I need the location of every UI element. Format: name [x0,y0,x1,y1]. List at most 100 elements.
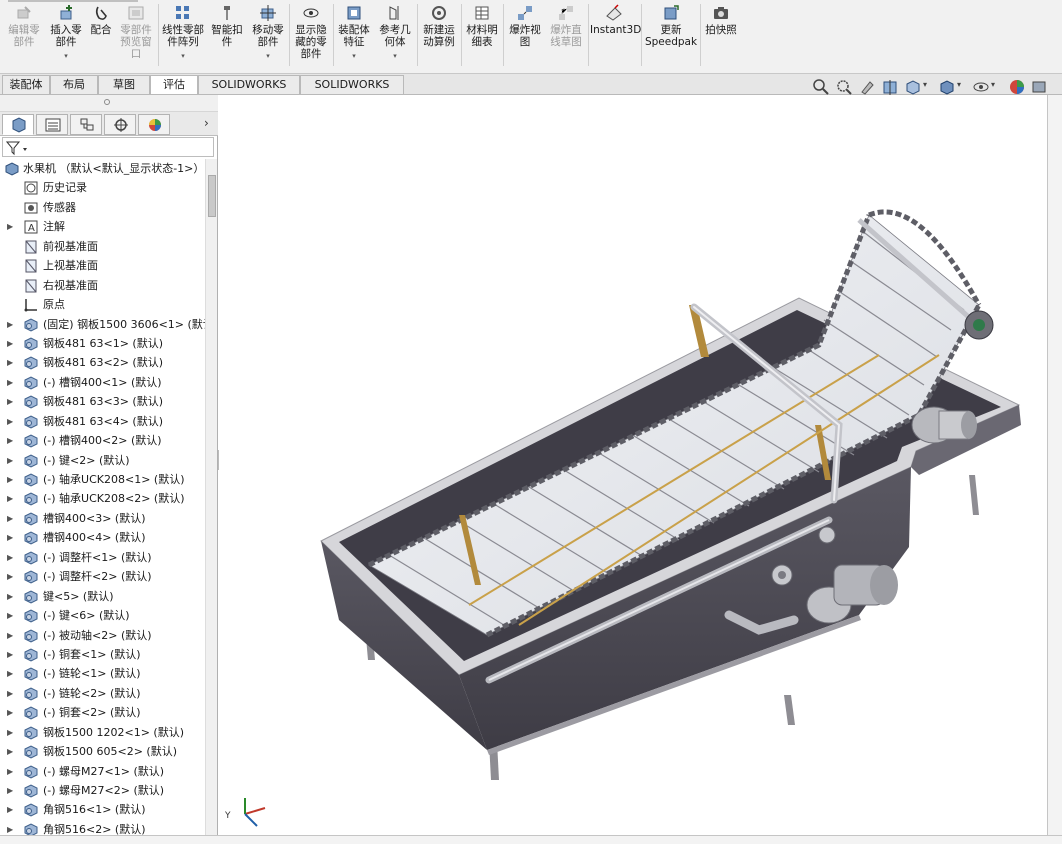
expand-arrow-icon[interactable]: ▶ [7,509,15,528]
chevron-right-icon[interactable]: › [204,116,209,130]
new-motion-study-button[interactable]: 新建运 动算例 [419,4,459,48]
chevron-down-icon[interactable]: ▾ [335,50,373,62]
expand-arrow-icon[interactable]: ▶ [7,742,15,761]
tree-item[interactable]: ▶ (-) 轴承UCK208<2> (默认) [0,489,205,508]
instant3d-button[interactable]: Instant3D [590,4,641,36]
expand-arrow-icon[interactable]: ▶ [7,528,15,547]
tree-item[interactable]: ▶ 角钢516<1> (默认) [0,800,205,819]
linear-pattern-button[interactable]: 线性零部 件阵列 ▾ [160,4,206,62]
explode-line-sketch-button[interactable]: 爆炸直 线草图 [545,4,587,48]
expand-arrow-icon[interactable]: ▶ [7,781,15,800]
bom-button[interactable]: 材料明 细表 [463,4,501,48]
tree-item[interactable]: ▶ (-) 链轮<1> (默认) [0,664,205,683]
expand-arrow-icon[interactable]: ▶ [7,392,15,411]
tree-item[interactable]: ▶ (-) 调整杆<1> (默认) [0,548,205,567]
expand-arrow-icon[interactable]: ▶ [7,548,15,567]
tree-filter[interactable] [2,137,214,157]
tree-item[interactable]: ▶ (-) 被动轴<2> (默认) [0,626,205,645]
tab-assembly[interactable]: 装配体 [2,75,50,94]
expand-arrow-icon[interactable]: ▶ [7,800,15,819]
tree-item[interactable]: ▶ (-) 槽钢400<1> (默认) [0,373,205,392]
tree-item[interactable]: ▶ (-) 螺母M27<2> (默认) [0,781,205,800]
expand-arrow-icon[interactable]: ▶ [7,626,15,645]
tab-sketch[interactable]: 草图 [98,75,150,94]
scene-icon[interactable] [1030,78,1048,96]
tree-item[interactable]: 上视基准面 [0,256,205,275]
tree-item[interactable]: ▶ A 注解 [0,217,205,236]
tree-item[interactable]: ▶ (-) 键<2> (默认) [0,451,205,470]
expand-arrow-icon[interactable]: ▶ [7,217,15,236]
mate-button[interactable]: 配合 [86,4,116,36]
tree-item[interactable]: ▶ 钢板481 63<2> (默认) [0,353,205,372]
tree-item[interactable]: ▶ (-) 调整杆<2> (默认) [0,567,205,586]
chevron-down-icon[interactable]: ▾ [991,80,995,89]
tab-layout[interactable]: 布局 [50,75,98,94]
expand-arrow-icon[interactable]: ▶ [7,412,15,431]
expand-arrow-icon[interactable]: ▶ [7,451,15,470]
expand-arrow-icon[interactable]: ▶ [7,567,15,586]
tab-featuremanager[interactable] [2,114,34,135]
tab-configurationmanager[interactable] [70,114,102,135]
chevron-down-icon[interactable]: ▾ [160,50,206,62]
expand-arrow-icon[interactable]: ▶ [7,820,15,835]
chevron-down-icon[interactable]: ▾ [957,80,961,89]
assembly-model-render[interactable]: Y [219,95,1047,835]
chevron-down-icon[interactable]: ▾ [46,50,86,62]
expand-arrow-icon[interactable]: ▶ [7,664,15,683]
tree-item[interactable]: ▶ 槽钢400<4> (默认) [0,528,205,547]
expand-arrow-icon[interactable]: ▶ [7,762,15,781]
tree-item[interactable]: ▶ (固定) 钢板1500 3606<1> (默认) [0,315,205,334]
insert-component-button[interactable]: 插入零 部件 ▾ [46,4,86,62]
expand-arrow-icon[interactable]: ▶ [7,470,15,489]
scrollbar-thumb[interactable] [208,175,216,217]
tree-item[interactable]: ▶ (-) 螺母M27<1> (默认) [0,762,205,781]
expand-arrow-icon[interactable]: ▶ [7,353,15,372]
tab-solidworks-addins[interactable]: SOLIDWORKS 插件 [198,75,300,109]
panel-grip[interactable] [0,95,218,112]
tree-root-assembly[interactable]: 水果机 （默认<默认_显示状态-1>） [0,159,205,178]
edit-component-button[interactable]: 编辑零 部件 [4,4,44,48]
tree-item[interactable]: 前视基准面 [0,237,205,256]
tree-item[interactable]: 原点 [0,295,205,314]
expand-arrow-icon[interactable]: ▶ [7,684,15,703]
chevron-down-icon[interactable]: ▾ [248,50,288,62]
tree-item[interactable]: ▶ 钢板481 63<1> (默认) [0,334,205,353]
smart-fastener-button[interactable]: 智能扣 件 [208,4,246,48]
tree-item[interactable]: ▶ 钢板1500 1202<1> (默认) [0,723,205,742]
tab-propertymanager[interactable] [36,114,68,135]
expand-arrow-icon[interactable]: ▶ [7,315,15,334]
update-speedpak-button[interactable]: 更新 Speedpak [643,4,699,48]
reference-geometry-button[interactable]: 参考几 何体 ▾ [375,4,415,62]
tree-item[interactable]: ▶ 钢板1500 605<2> (默认) [0,742,205,761]
view-orientation-icon[interactable] [904,78,922,96]
tab-solidworks-mbd[interactable]: SOLIDWORKS MBD [300,75,404,109]
tree-item[interactable]: ▶ (-) 键<6> (默认) [0,606,205,625]
expand-arrow-icon[interactable]: ▶ [7,606,15,625]
tree-item[interactable]: ▶ 钢板481 63<4> (默认) [0,412,205,431]
tree-scrollbar[interactable] [205,159,217,835]
expand-arrow-icon[interactable]: ▶ [7,334,15,353]
show-hidden-components-button[interactable]: 显示隐 藏的零 部件 [291,4,331,60]
tree-item[interactable]: ▶ 角钢516<2> (默认) [0,820,205,835]
display-style-icon[interactable] [938,78,956,96]
tree-item[interactable]: ▶ (-) 轴承UCK208<1> (默认) [0,470,205,489]
component-preview-button[interactable]: 零部件 预览窗 口 [116,4,156,60]
expand-arrow-icon[interactable]: ▶ [7,703,15,722]
chevron-down-icon[interactable]: ▾ [923,80,927,89]
expand-arrow-icon[interactable]: ▶ [7,489,15,508]
expand-arrow-icon[interactable]: ▶ [7,723,15,742]
appearance-icon[interactable] [1008,78,1026,96]
tree-item[interactable]: ▶ (-) 铜套<2> (默认) [0,703,205,722]
tree-item[interactable]: ▶ 钢板481 63<3> (默认) [0,392,205,411]
expand-arrow-icon[interactable]: ▶ [7,645,15,664]
tab-evaluate[interactable]: 评估 [150,75,198,94]
expand-arrow-icon[interactable]: ▶ [7,431,15,450]
section-view-icon[interactable] [881,78,899,96]
tree-item[interactable]: 右视基准面 [0,276,205,295]
tree-item[interactable]: ▶ 键<5> (默认) [0,587,205,606]
hide-show-items-icon[interactable] [972,78,990,96]
tree-item[interactable]: ▶ 槽钢400<3> (默认) [0,509,205,528]
previous-view-icon[interactable] [858,78,876,96]
zoom-to-area-icon[interactable] [835,78,853,96]
tree-item[interactable]: ▶ (-) 槽钢400<2> (默认) [0,431,205,450]
